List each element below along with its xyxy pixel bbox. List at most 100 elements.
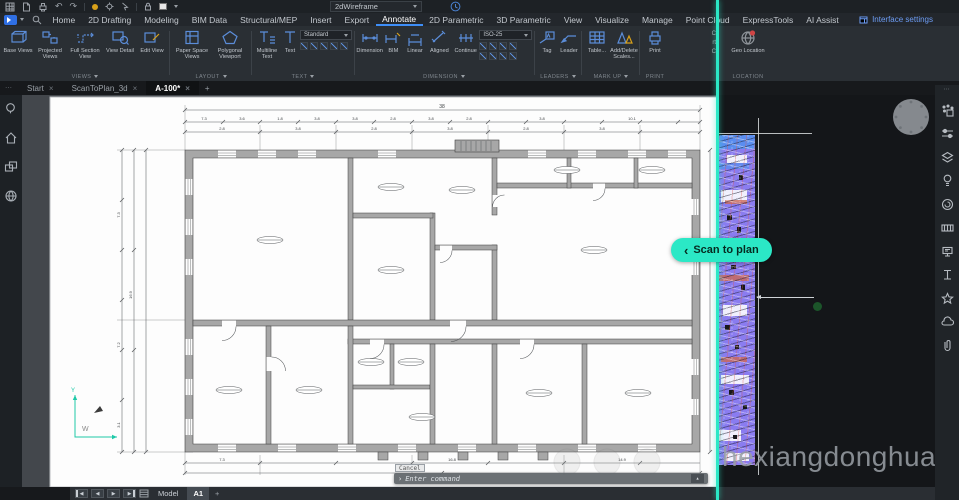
sparkle-structure-icon[interactable]: [941, 103, 954, 117]
menu-2d-parametric[interactable]: 2D Parametric: [423, 13, 490, 26]
menu-home[interactable]: Home: [46, 13, 82, 26]
point-cloud-viewport[interactable]: hexiangdonghua: [719, 95, 935, 487]
close-icon[interactable]: ×: [133, 84, 138, 93]
text-tool-icon[interactable]: [320, 42, 328, 50]
group-label-views[interactable]: Views: [2, 72, 168, 81]
continue-dimension-button[interactable]: Continue: [452, 26, 479, 54]
gear-icon[interactable]: [105, 2, 114, 11]
text-style-select[interactable]: Standard: [300, 30, 352, 40]
film-strip-icon[interactable]: [940, 221, 954, 234]
group-label-dimension[interactable]: Dimension: [356, 72, 532, 81]
multiline-text-button[interactable]: Multiline Text: [254, 26, 280, 60]
print-icon[interactable]: [38, 2, 48, 12]
linear-dimension-button[interactable]: Linear: [403, 26, 426, 54]
table-button[interactable]: Table...: [584, 26, 610, 54]
edit-view-button[interactable]: Edit View: [136, 26, 168, 54]
add-delete-scales-button[interactable]: Add/Delete Scales...: [610, 26, 638, 60]
prev-layout-button[interactable]: ◀: [91, 489, 104, 498]
paperclip-icon[interactable]: [941, 339, 954, 352]
navigation-wheel[interactable]: [891, 97, 931, 137]
magnifier-icon[interactable]: [4, 102, 18, 116]
aligned-dimension-button[interactable]: Aligned: [427, 26, 452, 54]
view-style-select[interactable]: 2dWireframe: [330, 1, 422, 12]
menu-2d-drafting[interactable]: 2D Drafting: [82, 13, 138, 26]
first-layout-button[interactable]: ◀: [75, 489, 88, 498]
dimension-tool-icon[interactable]: [479, 52, 488, 60]
undo-icon[interactable]: ↶: [55, 2, 63, 11]
polygonal-viewport-button[interactable]: Polygonal Viewport: [211, 26, 249, 60]
command-input[interactable]: › Enter command ▴: [394, 473, 708, 484]
layers-icon[interactable]: [940, 151, 954, 164]
close-icon[interactable]: ×: [185, 84, 190, 93]
dimension-tool-icon[interactable]: [489, 42, 498, 50]
menu-3d-parametric[interactable]: 3D Parametric: [490, 13, 557, 26]
cursor-icon[interactable]: [121, 2, 129, 11]
lock-icon[interactable]: [144, 2, 152, 11]
dimension-tool-icon[interactable]: [499, 52, 508, 60]
tab-a-100[interactable]: A-100* ×: [146, 81, 199, 95]
scan-to-plan-button[interactable]: ‹ Scan to plan: [671, 238, 772, 262]
interface-settings-button[interactable]: Interface settings: [859, 15, 933, 24]
menu-structural-mep[interactable]: Structural/MEP: [234, 13, 304, 26]
layout-a1-tab[interactable]: A1: [187, 487, 210, 500]
home-icon[interactable]: [4, 131, 18, 145]
new-tab-button[interactable]: +: [199, 84, 216, 93]
bim-dimension-button[interactable]: BIM: [383, 26, 403, 54]
collapse-caret-icon[interactable]: ▴: [691, 474, 704, 483]
chevron-down-icon[interactable]: [20, 18, 24, 21]
text-tool-icon[interactable]: [310, 42, 318, 50]
full-section-view-button[interactable]: Full Section View: [66, 26, 104, 60]
print-button[interactable]: Print: [641, 26, 669, 54]
tab-scantoplan-3d[interactable]: ScanToPlan_3d ×: [63, 81, 147, 95]
dimension-style-select[interactable]: ISO-25: [479, 30, 532, 40]
dimension-tool-icon[interactable]: [479, 42, 488, 50]
ibeam-icon[interactable]: [941, 268, 954, 281]
group-label-layout[interactable]: Layout: [172, 72, 250, 81]
redo-icon[interactable]: ↷: [70, 2, 78, 11]
dimension-tool-icon[interactable]: [499, 42, 508, 50]
spiral-icon[interactable]: [941, 198, 954, 211]
group-label-markup[interactable]: Mark Up: [584, 72, 638, 81]
dimension-tool-icon[interactable]: [509, 52, 518, 60]
new-file-icon[interactable]: [22, 2, 31, 12]
bricscad-logo[interactable]: [4, 14, 17, 25]
base-views-button[interactable]: Base Views: [2, 26, 34, 54]
color-swatch[interactable]: [159, 3, 168, 10]
layout-list-icon[interactable]: [139, 489, 149, 498]
paper-space-views-button[interactable]: Paper Space Views: [173, 26, 211, 60]
menu-manage[interactable]: Manage: [635, 13, 679, 26]
status-circle-icon[interactable]: [450, 1, 461, 12]
text-tool-icon[interactable]: [340, 42, 348, 50]
close-icon[interactable]: ×: [49, 84, 54, 93]
world-icon[interactable]: [4, 189, 18, 203]
menu-insert[interactable]: Insert: [304, 13, 338, 26]
properties-sliders-icon[interactable]: [941, 127, 954, 140]
menu-modeling[interactable]: Modeling: [138, 13, 186, 26]
group-label-text[interactable]: Text: [253, 72, 353, 81]
menu-ai-assist[interactable]: AI Assist: [800, 13, 846, 26]
last-layout-button[interactable]: ▶: [123, 489, 136, 498]
menu-expresstools[interactable]: ExpressTools: [736, 13, 800, 26]
geo-location-button[interactable]: Geo Location: [731, 26, 765, 54]
menu-export[interactable]: Export: [338, 13, 376, 26]
text-tool-icon[interactable]: [300, 42, 308, 50]
menu-view[interactable]: View: [557, 13, 588, 26]
next-layout-button[interactable]: ▶: [107, 489, 120, 498]
projected-views-button[interactable]: Projected Views: [34, 26, 66, 60]
tab-start[interactable]: Start ×: [18, 81, 63, 95]
target-dot-icon[interactable]: [92, 3, 99, 10]
add-layout-button[interactable]: +: [212, 489, 222, 498]
cloud-icon[interactable]: [940, 315, 954, 328]
drawing-viewport[interactable]: 38 7.3 3.6 1.8 3.8 3.8 2.8 3.8 2.8 3.8 10.1 2.8 3.…: [22, 95, 718, 487]
text-button[interactable]: Text: [280, 26, 300, 54]
group-label-leaders[interactable]: Leaders: [536, 72, 580, 81]
dimension-button[interactable]: Dimension: [356, 26, 383, 54]
dimension-tool-icon[interactable]: [489, 52, 498, 60]
sheet-set-icon[interactable]: [4, 160, 18, 174]
menu-visualize[interactable]: Visualize: [589, 13, 636, 26]
menu-point-cloud[interactable]: Point Cloud: [679, 13, 736, 26]
bulb-icon[interactable]: [941, 174, 954, 187]
view-detail-button[interactable]: View Detail: [104, 26, 136, 54]
text-tool-icon[interactable]: [330, 42, 338, 50]
menu-annotate[interactable]: Annotate: [375, 13, 423, 26]
